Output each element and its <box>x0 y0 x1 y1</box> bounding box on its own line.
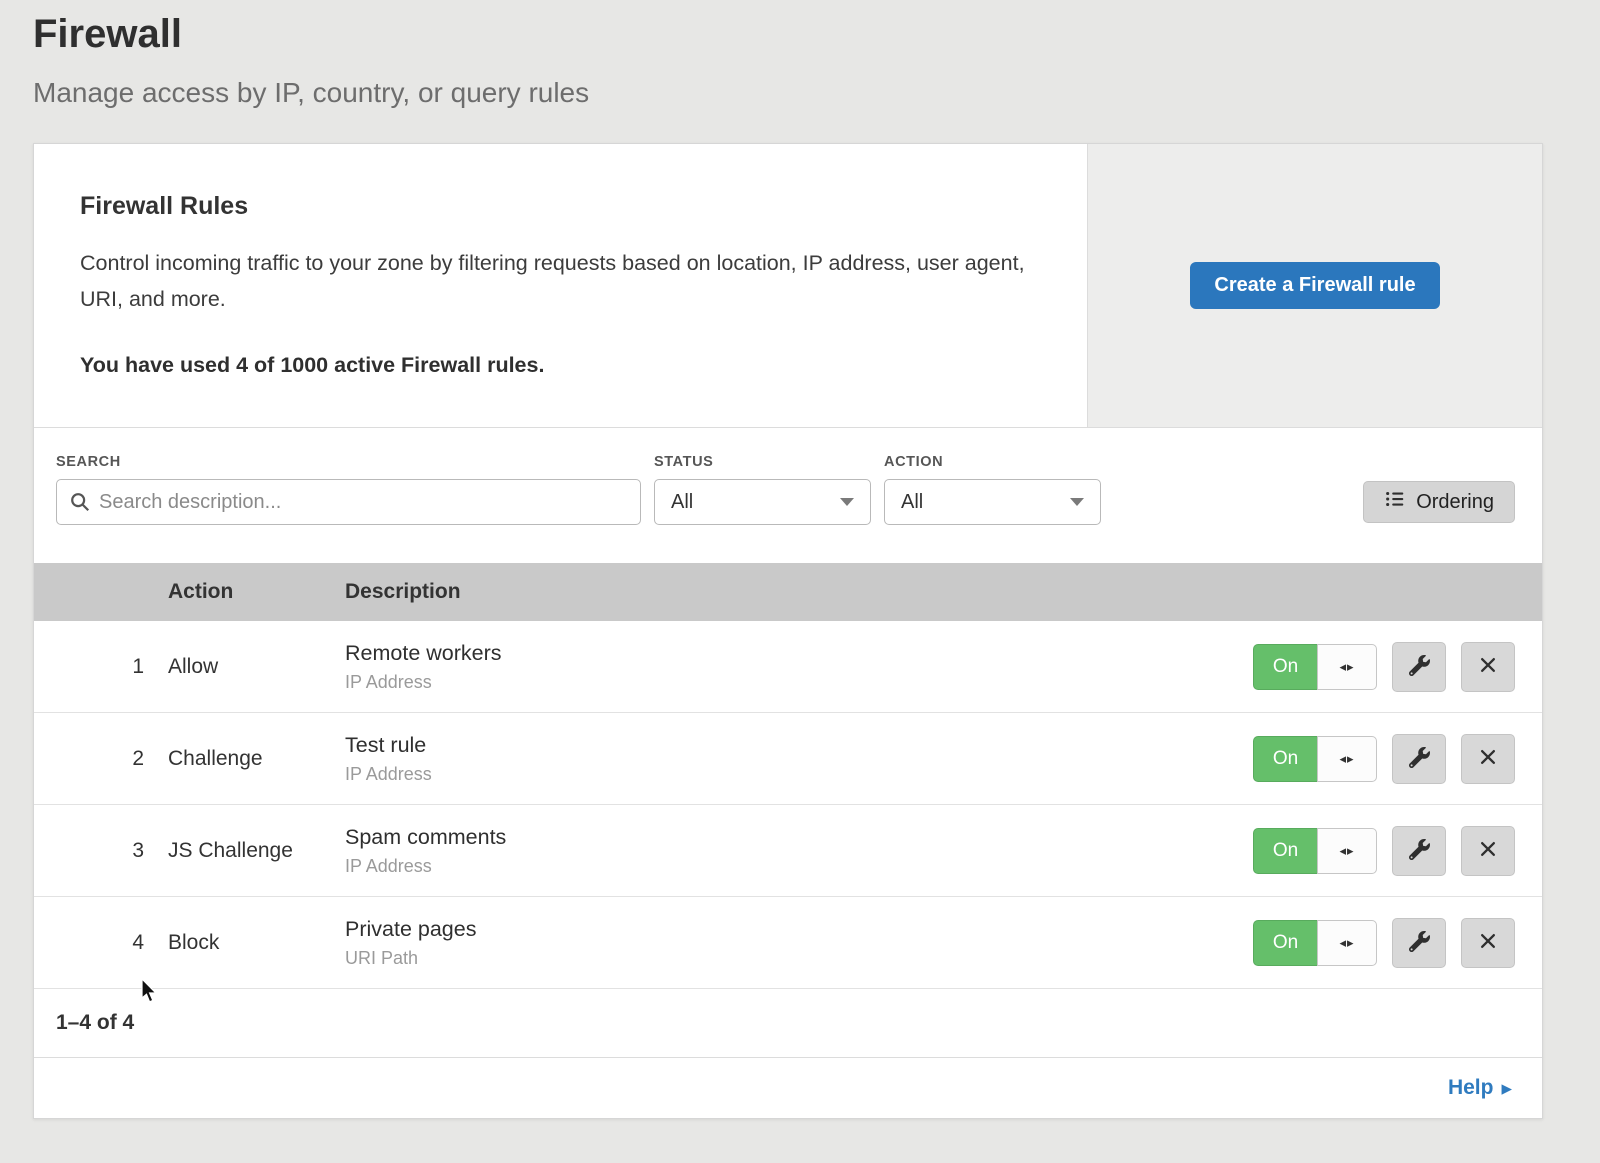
intro-text: Firewall Rules Control incoming traffic … <box>34 144 1087 427</box>
action-select[interactable]: All <box>884 479 1101 525</box>
action-selected-value: All <box>901 491 923 514</box>
rule-action: Challenge <box>168 747 345 771</box>
toggle-on-label[interactable]: On <box>1253 644 1317 690</box>
search-input[interactable] <box>56 479 641 525</box>
card-footer: Help ▸ <box>34 1058 1542 1118</box>
help-label: Help <box>1448 1076 1494 1100</box>
chevron-right-icon: ▸ <box>1501 1076 1512 1101</box>
rule-toggle[interactable]: On ◂▸ <box>1253 644 1377 690</box>
ordering-label: Ordering <box>1416 491 1494 514</box>
close-icon <box>1478 931 1498 954</box>
page-subtitle: Manage access by IP, country, or query r… <box>33 77 1600 109</box>
header-description-column: Description <box>345 580 1542 604</box>
page-title: Firewall <box>33 12 1600 57</box>
close-icon <box>1478 655 1498 678</box>
status-select[interactable]: All <box>654 479 871 525</box>
rule-toggle[interactable]: On ◂▸ <box>1253 828 1377 874</box>
rule-action: Allow <box>168 655 345 679</box>
edit-rule-button[interactable] <box>1392 826 1446 876</box>
close-icon <box>1478 747 1498 770</box>
delete-rule-button[interactable] <box>1461 826 1515 876</box>
toggle-on-label[interactable]: On <box>1253 828 1317 874</box>
rule-description-title: Spam comments <box>345 825 1253 850</box>
status-selected-value: All <box>671 491 693 514</box>
intro-section: Firewall Rules Control incoming traffic … <box>34 144 1542 428</box>
rule-match-type: URI Path <box>345 948 1253 969</box>
filters-bar: SEARCH STATUS All ACTION All <box>34 428 1542 563</box>
table-row: 2 Challenge Test rule IP Address On ◂▸ <box>34 713 1542 805</box>
table-row: 3 JS Challenge Spam comments IP Address … <box>34 805 1542 897</box>
delete-rule-button[interactable] <box>1461 642 1515 692</box>
usage-summary: You have used 4 of 1000 active Firewall … <box>80 353 1047 378</box>
search-icon <box>69 491 91 518</box>
toggle-arrows-icon[interactable]: ◂▸ <box>1317 920 1377 966</box>
delete-rule-button[interactable] <box>1461 734 1515 784</box>
rule-match-type: IP Address <box>345 672 1253 693</box>
rule-description-title: Private pages <box>345 917 1253 942</box>
edit-rule-button[interactable] <box>1392 734 1446 784</box>
rule-description: Private pages URI Path <box>345 917 1253 969</box>
rule-controls: On ◂▸ <box>1253 642 1515 692</box>
create-firewall-rule-button[interactable]: Create a Firewall rule <box>1190 262 1439 309</box>
action-filter-group: ACTION All <box>884 454 1101 525</box>
action-label: ACTION <box>884 454 1101 470</box>
pagination-status: 1–4 of 4 <box>34 989 1542 1058</box>
wrench-icon <box>1409 655 1430 679</box>
toggle-arrows-icon[interactable]: ◂▸ <box>1317 828 1377 874</box>
chevron-down-icon <box>1070 498 1084 506</box>
rule-description: Remote workers IP Address <box>345 641 1253 693</box>
rule-number: 1 <box>34 655 144 679</box>
rule-description-title: Remote workers <box>345 641 1253 666</box>
delete-rule-button[interactable] <box>1461 918 1515 968</box>
toggle-arrows-icon[interactable]: ◂▸ <box>1317 644 1377 690</box>
search-filter-group: SEARCH <box>56 454 641 525</box>
chevron-down-icon <box>840 498 854 506</box>
edit-rule-button[interactable] <box>1392 918 1446 968</box>
rule-controls: On ◂▸ <box>1253 734 1515 784</box>
ordering-button[interactable]: Ordering <box>1363 481 1515 523</box>
table-row: 4 Block Private pages URI Path On ◂▸ <box>34 897 1542 989</box>
page-header: Firewall Manage access by IP, country, o… <box>0 0 1600 109</box>
table-header: Action Description <box>34 563 1542 621</box>
wrench-icon <box>1409 839 1430 863</box>
search-label: SEARCH <box>56 454 641 470</box>
rule-number: 2 <box>34 747 144 771</box>
toggle-arrows-icon[interactable]: ◂▸ <box>1317 736 1377 782</box>
rule-match-type: IP Address <box>345 856 1253 877</box>
table-row: 1 Allow Remote workers IP Address On ◂▸ <box>34 621 1542 713</box>
status-filter-group: STATUS All <box>654 454 871 525</box>
rule-description: Test rule IP Address <box>345 733 1253 785</box>
help-link[interactable]: Help ▸ <box>1448 1076 1512 1101</box>
ordering-list-icon <box>1384 488 1406 516</box>
section-description: Control incoming traffic to your zone by… <box>80 245 1030 317</box>
rule-toggle[interactable]: On ◂▸ <box>1253 920 1377 966</box>
rule-action: Block <box>168 931 345 955</box>
toggle-on-label[interactable]: On <box>1253 920 1317 966</box>
rule-toggle[interactable]: On ◂▸ <box>1253 736 1377 782</box>
rule-match-type: IP Address <box>345 764 1253 785</box>
wrench-icon <box>1409 931 1430 955</box>
rule-controls: On ◂▸ <box>1253 918 1515 968</box>
edit-rule-button[interactable] <box>1392 642 1446 692</box>
rule-number: 4 <box>34 931 144 955</box>
section-title: Firewall Rules <box>80 192 1047 221</box>
intro-action-panel: Create a Firewall rule <box>1087 144 1542 427</box>
rule-number: 3 <box>34 839 144 863</box>
rule-action: JS Challenge <box>168 839 345 863</box>
wrench-icon <box>1409 747 1430 771</box>
firewall-rules-card: Firewall Rules Control incoming traffic … <box>33 143 1543 1119</box>
toggle-on-label[interactable]: On <box>1253 736 1317 782</box>
header-action-column: Action <box>168 580 345 604</box>
rule-description: Spam comments IP Address <box>345 825 1253 877</box>
close-icon <box>1478 839 1498 862</box>
rule-description-title: Test rule <box>345 733 1253 758</box>
status-label: STATUS <box>654 454 871 470</box>
rule-controls: On ◂▸ <box>1253 826 1515 876</box>
